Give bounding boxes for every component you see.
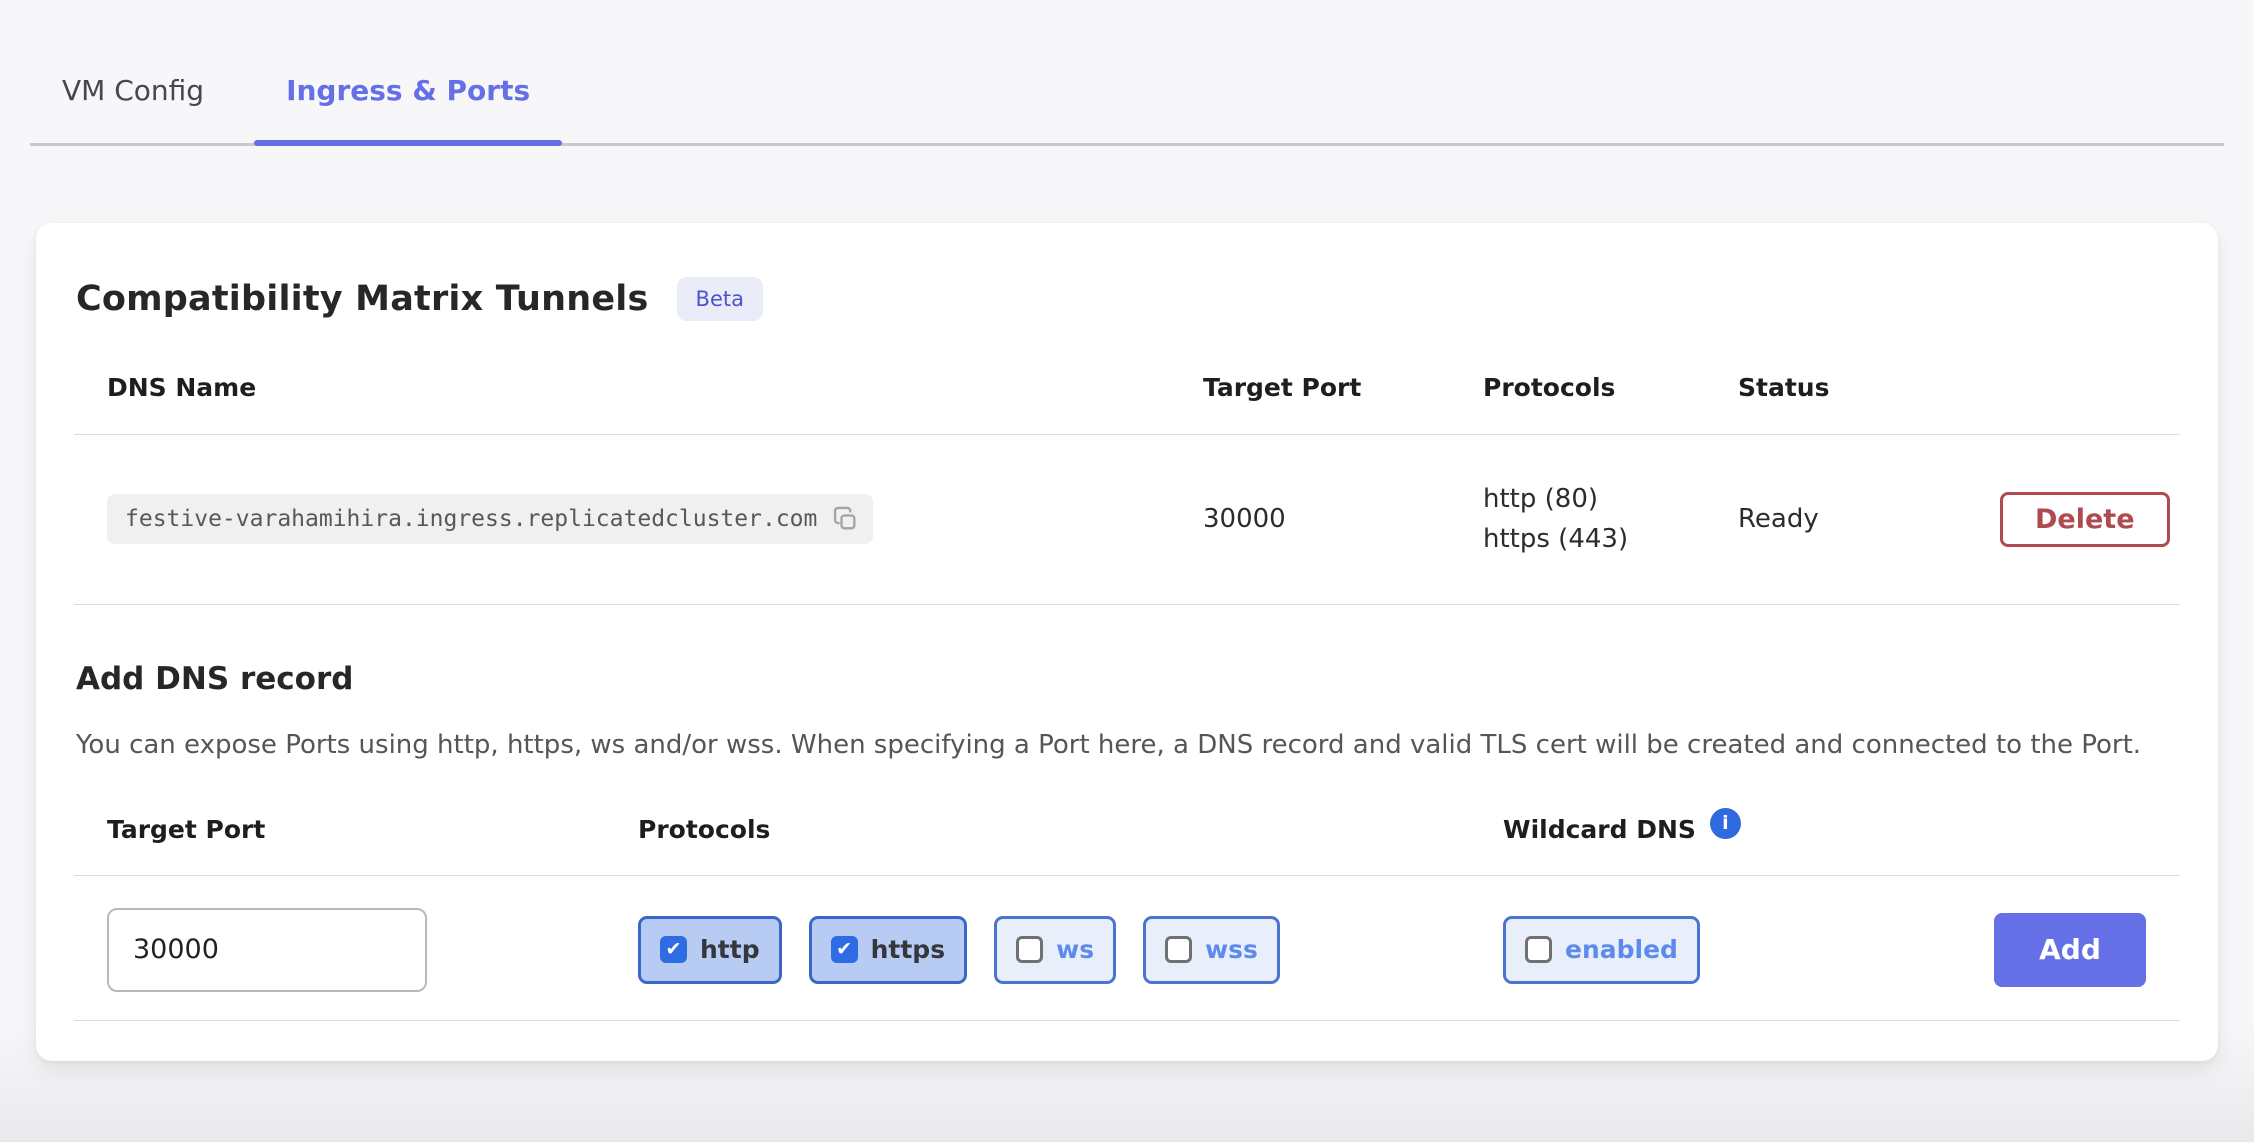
checkbox-http[interactable]: ✔ http	[638, 916, 782, 984]
checkbox-wildcard-enabled[interactable]: ✔ enabled	[1503, 916, 1700, 984]
wss-checkbox-box: ✔	[1165, 936, 1192, 963]
label-wildcard-dns: Wildcard DNS i	[1503, 814, 2180, 845]
https-checkbox-box: ✔	[831, 936, 858, 963]
ws-checkbox-box: ✔	[1016, 936, 1043, 963]
target-port-input[interactable]	[107, 908, 427, 992]
add-dns-description: You can expose Ports using http, https, …	[76, 725, 2146, 766]
tunnels-card: Compatibility Matrix Tunnels Beta DNS Na…	[36, 223, 2218, 1061]
beta-badge: Beta	[677, 277, 763, 321]
tab-ingress-ports[interactable]: Ingress & Ports	[254, 58, 562, 143]
label-protocols: Protocols	[638, 814, 1503, 845]
wildcard-checkbox-box: ✔	[1525, 936, 1552, 963]
checkbox-https[interactable]: ✔ https	[809, 916, 967, 984]
label-target-port: Target Port	[107, 814, 638, 845]
tab-bar: VM Config Ingress & Ports	[30, 0, 2224, 146]
header-dns-name: DNS Name	[107, 373, 1203, 402]
card-title-row: Compatibility Matrix Tunnels Beta	[76, 277, 2180, 321]
target-port-field-wrap	[107, 908, 638, 992]
add-dns-form-labels: Target Port Protocols Wildcard DNS i	[74, 814, 2180, 876]
wildcard-dns-text: Wildcard DNS	[1503, 815, 1696, 844]
add-dns-form-row: ✔ http ✔ https ✔ ws ✔ wss	[74, 876, 2180, 1021]
http-checkbox-label: http	[700, 935, 760, 964]
add-button[interactable]: Add	[1994, 913, 2146, 987]
tunnels-table-header: DNS Name Target Port Protocols Status	[74, 321, 2180, 435]
protocol-http: http (80)	[1483, 479, 1738, 519]
wss-checkbox-label: wss	[1205, 935, 1258, 964]
checkbox-ws[interactable]: ✔ ws	[994, 916, 1116, 984]
wildcard-and-submit: ✔ enabled Add	[1503, 913, 2180, 987]
check-icon: ✔	[666, 940, 682, 959]
delete-button[interactable]: Delete	[2000, 492, 2170, 547]
protocols-cell: http (80) https (443)	[1483, 479, 1738, 560]
checkbox-wss[interactable]: ✔ wss	[1143, 916, 1280, 984]
wildcard-checkbox-label: enabled	[1565, 935, 1678, 964]
check-icon: ✔	[836, 940, 852, 959]
protocol-https: https (443)	[1483, 519, 1738, 559]
http-checkbox-box: ✔	[660, 936, 687, 963]
dns-name-chip: festive-varahamihira.ingress.replicatedc…	[107, 494, 873, 544]
info-icon[interactable]: i	[1710, 808, 1741, 839]
header-target-port: Target Port	[1203, 373, 1483, 402]
copy-icon[interactable]	[831, 505, 859, 533]
add-dns-heading: Add DNS record	[76, 661, 2180, 697]
ws-checkbox-label: ws	[1056, 935, 1094, 964]
https-checkbox-label: https	[871, 935, 945, 964]
dns-name-value: festive-varahamihira.ingress.replicatedc…	[125, 506, 817, 532]
table-row: festive-varahamihira.ingress.replicatedc…	[74, 435, 2180, 605]
protocol-chips: ✔ http ✔ https ✔ ws ✔ wss	[638, 916, 1503, 984]
header-protocols: Protocols	[1483, 373, 1738, 402]
header-status: Status	[1738, 373, 2000, 402]
card-title: Compatibility Matrix Tunnels	[76, 279, 649, 319]
status-cell: Ready	[1738, 504, 2000, 534]
tab-vm-config[interactable]: VM Config	[30, 58, 236, 143]
target-port-cell: 30000	[1203, 504, 1483, 534]
dns-name-cell: festive-varahamihira.ingress.replicatedc…	[107, 494, 1203, 544]
